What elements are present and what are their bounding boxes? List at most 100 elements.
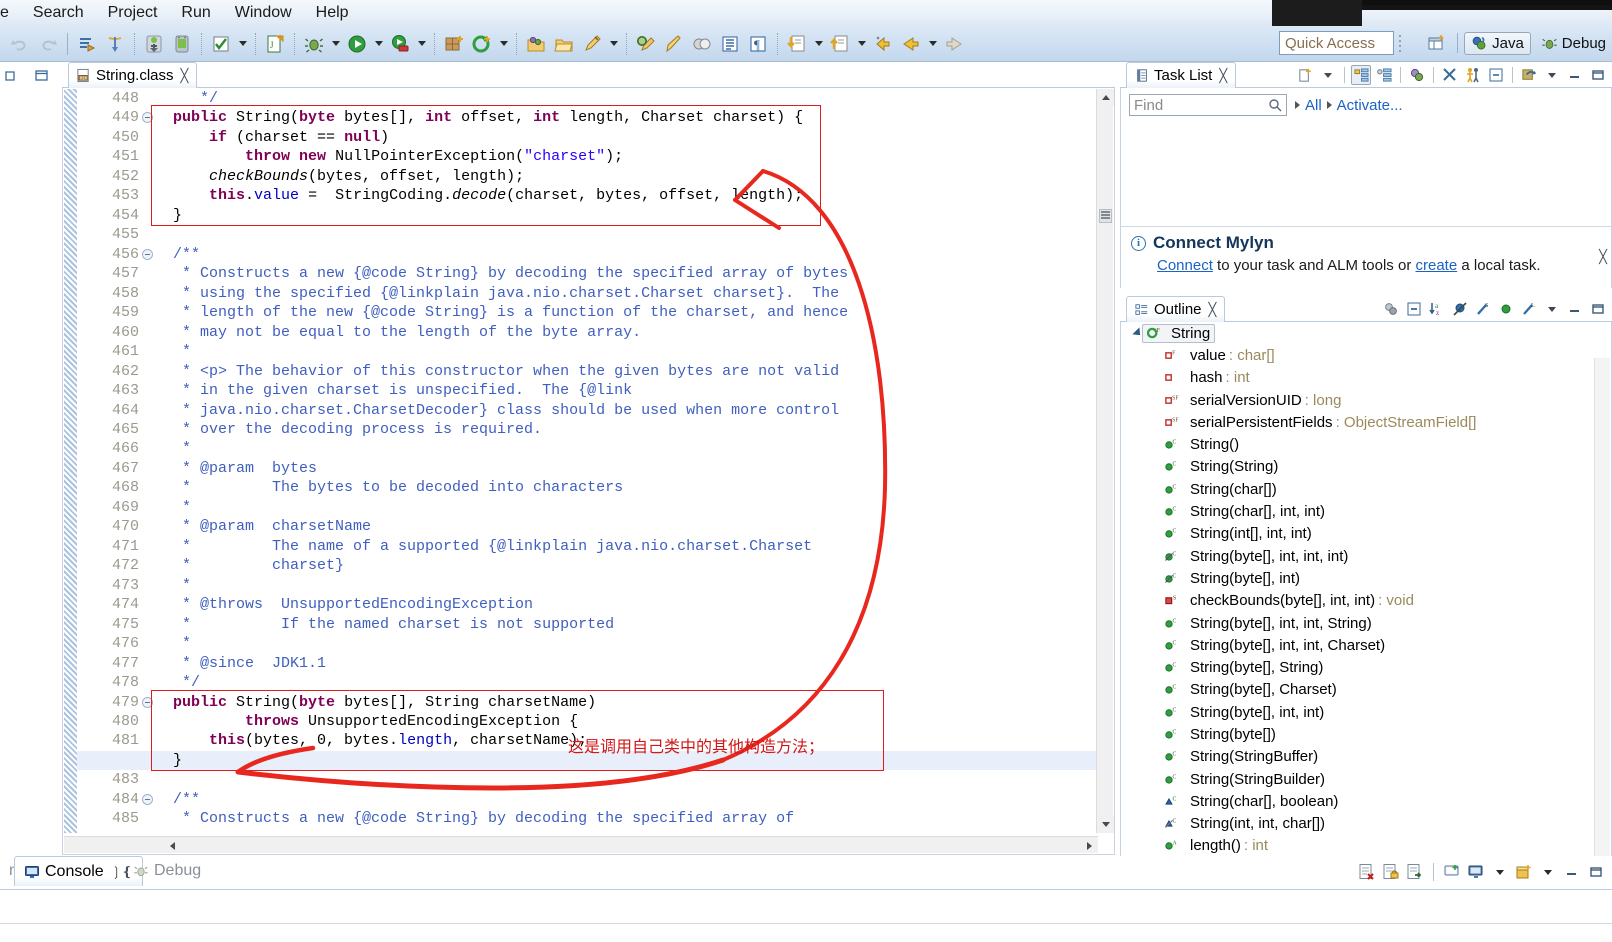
perspective-java[interactable]: Java xyxy=(1464,31,1531,55)
menu-item-file[interactable]: e xyxy=(0,2,21,24)
collapse-all-icon[interactable] xyxy=(1404,299,1424,319)
open-type-icon[interactable] xyxy=(524,32,548,56)
scroll-left-icon[interactable] xyxy=(164,837,181,854)
dropdown-arrow-7[interactable] xyxy=(812,33,825,55)
hide-static-icon[interactable]: S xyxy=(1473,299,1493,319)
checkbox-icon[interactable] xyxy=(209,32,233,56)
perspective-debug[interactable]: Debug xyxy=(1535,33,1612,54)
dropdown-arrow-4[interactable] xyxy=(415,33,428,55)
bottom-tab-debug[interactable]: Debug xyxy=(124,856,210,886)
edit-icon[interactable] xyxy=(580,32,604,56)
view-tab-task-list[interactable]: Task List ╳ xyxy=(1126,62,1237,88)
menu-item-window[interactable]: Window xyxy=(223,2,304,24)
run-last-tool-icon[interactable] xyxy=(75,32,99,56)
outline-item[interactable]: C String(char[], int, int) xyxy=(1121,500,1611,522)
create-link[interactable]: create xyxy=(1415,257,1457,274)
close-icon[interactable]: ╳ xyxy=(1219,68,1227,84)
outline-item[interactable]: C String(StringBuilder) xyxy=(1121,768,1611,790)
new-java-project-icon[interactable] xyxy=(470,32,494,56)
outline-item[interactable]: Alength() : int xyxy=(1121,835,1611,857)
menu-item-search[interactable]: Search xyxy=(21,2,96,24)
outline-item[interactable]: C String() xyxy=(1121,433,1611,455)
scroll-up-icon[interactable] xyxy=(1097,89,1114,106)
dropdown-arrow[interactable] xyxy=(1538,862,1558,882)
outline-item[interactable]: SF serialVersionUID : long xyxy=(1121,389,1611,411)
clear-console-icon[interactable] xyxy=(1357,862,1377,882)
open-console-icon[interactable] xyxy=(1466,862,1486,882)
toolbar-grip[interactable] xyxy=(1397,31,1404,55)
paragraph-icon[interactable]: ¶ xyxy=(746,32,770,56)
focus-on-workweek-icon[interactable] xyxy=(1407,65,1427,85)
outline-item[interactable]: C String(byte[]) xyxy=(1121,723,1611,745)
dropdown-arrow-2[interactable] xyxy=(329,33,342,55)
minimize-icon[interactable] xyxy=(1562,862,1582,882)
fold-collapse-icon[interactable] xyxy=(142,793,153,805)
hide-fields-icon[interactable] xyxy=(1450,299,1470,319)
outline-item[interactable]: C String(byte[], int) xyxy=(1121,567,1611,589)
new-console-view-icon[interactable] xyxy=(1514,862,1534,882)
hide-local-types-icon[interactable]: L xyxy=(1519,299,1539,319)
restore-view-icon[interactable] xyxy=(4,68,24,84)
outline-item[interactable]: C String(char[], boolean) xyxy=(1121,790,1611,812)
breadcrumb-activate[interactable]: Activate... xyxy=(1337,97,1403,114)
outline-item[interactable]: C String(StringBuffer) xyxy=(1121,746,1611,768)
outline-item[interactable]: C String(byte[], int, int, String) xyxy=(1121,612,1611,634)
display-selected-console-icon[interactable] xyxy=(1442,862,1462,882)
view-menu-icon[interactable] xyxy=(1542,299,1562,319)
close-icon[interactable]: ╳ xyxy=(1599,249,1607,265)
redo-icon[interactable] xyxy=(36,32,60,56)
outline-toggle-icon[interactable] xyxy=(718,32,742,56)
android-avd-manager-icon[interactable] xyxy=(170,32,194,56)
search-input[interactable]: Find xyxy=(1129,94,1287,116)
editor-tab-string-class[interactable]: 010 String.class ╳ xyxy=(68,62,198,88)
minimize-icon[interactable] xyxy=(1565,65,1585,85)
masks-icon[interactable] xyxy=(690,32,714,56)
editor-vertical-scrollbar[interactable] xyxy=(1096,89,1114,833)
open-perspective-icon[interactable] xyxy=(1425,31,1449,55)
brush-icon[interactable] xyxy=(662,32,686,56)
convert-icon[interactable] xyxy=(103,32,127,56)
undo-icon[interactable] xyxy=(8,32,32,56)
previous-annotation-icon[interactable] xyxy=(828,32,852,56)
outline-item[interactable]: C String(byte[], int, int, Charset) xyxy=(1121,634,1611,656)
focus-on-active-task-icon[interactable] xyxy=(1381,299,1401,319)
pin-console-icon[interactable] xyxy=(1405,862,1425,882)
scheduled-presentation-icon[interactable] xyxy=(1374,65,1394,85)
outline-item[interactable]: ScheckBounds(byte[], int, int) : void xyxy=(1121,590,1611,612)
dropdown-arrow[interactable] xyxy=(1490,862,1510,882)
dropdown-arrow[interactable] xyxy=(1318,65,1338,85)
view-tab-outline[interactable]: Outline ╳ xyxy=(1126,296,1226,322)
collapse-all-icon[interactable] xyxy=(1486,65,1506,85)
outline-item[interactable]: C String(byte[], int, int, int) xyxy=(1121,545,1611,567)
filter-icon[interactable] xyxy=(1463,65,1483,85)
sort-icon[interactable]: az xyxy=(1427,299,1447,319)
new-task-icon[interactable] xyxy=(1295,65,1315,85)
categorized-presentation-icon[interactable] xyxy=(1351,65,1371,85)
forward-icon[interactable] xyxy=(942,32,966,56)
maximize-icon[interactable] xyxy=(1588,65,1608,85)
dropdown-arrow-5[interactable] xyxy=(497,33,510,55)
back-icon[interactable] xyxy=(899,32,923,56)
dropdown-arrow-8[interactable] xyxy=(855,33,868,55)
new-class-icon[interactable] xyxy=(442,32,466,56)
code-text[interactable]: */ public String(byte bytes[], int offse… xyxy=(155,89,1082,833)
next-annotation-icon[interactable] xyxy=(785,32,809,56)
outline-item[interactable]: C String(int[], int, int) xyxy=(1121,523,1611,545)
outline-item[interactable]: C String(char[]) xyxy=(1121,478,1611,500)
run-coverage-icon[interactable] xyxy=(388,32,412,56)
search-icon[interactable] xyxy=(634,32,658,56)
open-resource-icon[interactable] xyxy=(552,32,576,56)
android-sdk-manager-icon[interactable] xyxy=(142,32,166,56)
maximize-icon[interactable] xyxy=(1588,299,1608,319)
outline-item[interactable]: Fvalue : char[] xyxy=(1121,344,1611,366)
fold-collapse-icon[interactable] xyxy=(142,696,153,708)
quick-access-input[interactable]: Quick Access xyxy=(1279,31,1394,55)
dropdown-arrow-6[interactable] xyxy=(607,33,620,55)
minimize-view-icon[interactable] xyxy=(33,68,53,84)
outline-root-string[interactable]: F String xyxy=(1121,322,1611,344)
outline-item[interactable]: C String(int, int, char[]) xyxy=(1121,813,1611,835)
view-menu-icon[interactable] xyxy=(1542,65,1562,85)
close-icon[interactable]: ╳ xyxy=(1209,302,1217,318)
outline-item[interactable]: SF serialPersistentFields : ObjectStreamF… xyxy=(1121,411,1611,433)
maximize-icon[interactable] xyxy=(1586,862,1606,882)
